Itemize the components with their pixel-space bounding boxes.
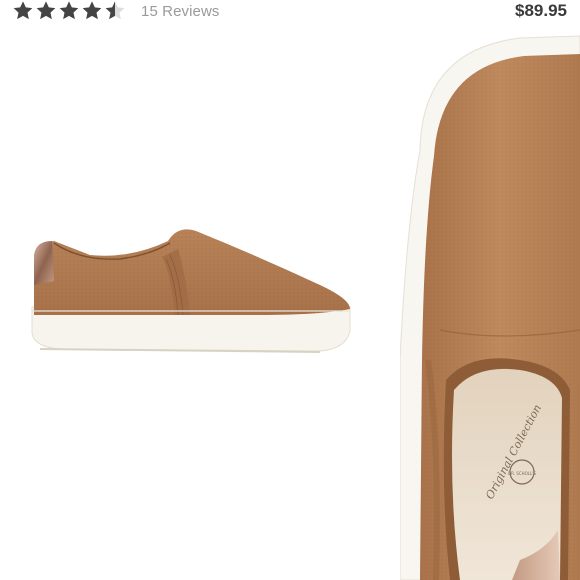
product-price: $89.95: [515, 1, 567, 20]
star-icon: [36, 1, 56, 20]
star-rating[interactable]: [12, 0, 127, 22]
product-image-top-view[interactable]: Original Collection DR. SCHOLL'S: [400, 30, 580, 580]
rating-bar: 15 Reviews: [0, 0, 220, 22]
star-icon: [13, 1, 33, 20]
star-half-icon: [105, 1, 125, 20]
insole-logo-text: DR. SCHOLL'S: [508, 471, 536, 476]
star-icon: [59, 1, 79, 20]
reviews-link[interactable]: 15 Reviews: [141, 3, 220, 20]
product-image-panel: 15 Reviews $89.95 Original Collection DR…: [0, 0, 580, 580]
product-image-side-view[interactable]: [20, 215, 360, 365]
star-icon: [82, 1, 102, 20]
